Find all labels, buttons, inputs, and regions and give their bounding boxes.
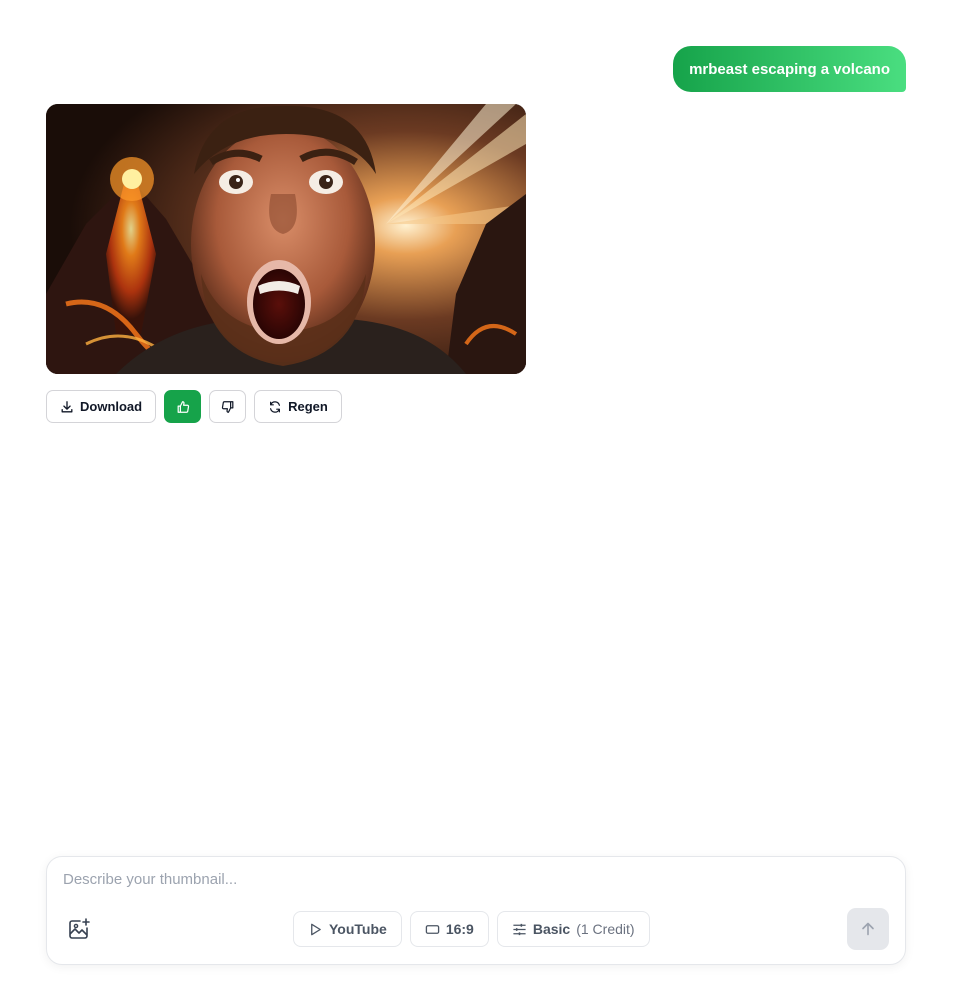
platform-selector[interactable]: YouTube <box>293 911 402 947</box>
send-button[interactable] <box>847 908 889 950</box>
prompt-composer: YouTube 16:9 Basic (1 Credit) <box>46 856 906 965</box>
image-plus-icon <box>69 918 90 939</box>
platform-label: YouTube <box>329 921 387 937</box>
composer-options: YouTube 16:9 Basic (1 Credit) <box>293 911 650 947</box>
regen-label: Regen <box>288 399 328 414</box>
chat-page: mrbeast escaping a volcano Download Rege… <box>0 0 960 981</box>
result-actions: Download Regen <box>46 390 342 423</box>
sliders-icon <box>513 923 526 935</box>
like-button[interactable] <box>164 390 202 423</box>
thumbs-up-icon <box>177 400 189 413</box>
thumbnail-image <box>46 104 526 374</box>
arrow-up-icon <box>862 922 874 936</box>
dislike-button[interactable] <box>209 390 247 423</box>
download-label: Download <box>80 399 143 414</box>
add-image-button[interactable] <box>67 917 91 941</box>
thumbnail-prompt-input[interactable] <box>63 871 823 888</box>
thumbs-down-icon <box>221 400 234 413</box>
regen-button[interactable]: Regen <box>254 390 342 423</box>
refresh-icon <box>270 400 281 413</box>
generated-thumbnail[interactable] <box>46 104 526 374</box>
download-button[interactable]: Download <box>46 390 157 423</box>
aspect-ratio-label: 16:9 <box>445 921 474 937</box>
aspect-ratio-selector[interactable]: 16:9 <box>409 911 489 947</box>
play-icon <box>311 923 321 935</box>
user-message-bubble: mrbeast escaping a volcano <box>673 46 906 92</box>
rectangle-icon <box>425 924 440 934</box>
user-message-text: mrbeast escaping a volcano <box>689 60 890 78</box>
quality-selector[interactable]: Basic (1 Credit) <box>496 911 650 947</box>
download-icon <box>61 400 73 412</box>
quality-label: Basic <box>532 921 571 937</box>
quality-cost: (1 Credit) <box>576 921 635 937</box>
